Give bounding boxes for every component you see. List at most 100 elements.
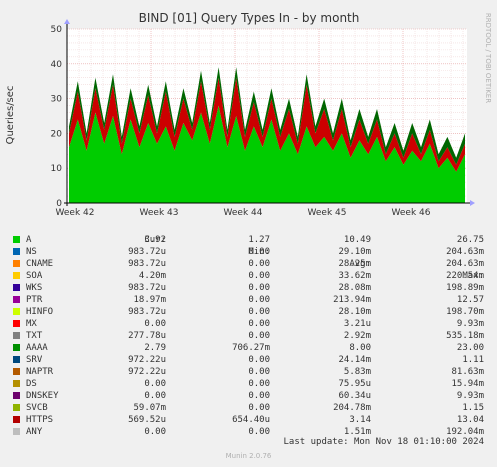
legend-max: 204.63m (446, 259, 484, 269)
legend-min: 0.00 (248, 307, 270, 317)
legend-avg: 3.14 (349, 415, 371, 425)
legend-cur: 972.22u (128, 355, 166, 365)
legend-name: NAPTR (26, 367, 54, 377)
legend-swatch (13, 320, 20, 327)
legend-min: 0.00 (248, 295, 270, 305)
legend-name: HTTPS (26, 415, 54, 425)
legend-swatch (13, 236, 20, 243)
x-tick-label: Week 44 (224, 208, 263, 218)
legend-cur: 0.00 (144, 319, 166, 329)
legend-avg: 33.62m (338, 271, 371, 281)
legend-row: TXT 277.78u 0.00 2.92m 535.18m (0, 330, 497, 342)
legend-name: SRV (26, 355, 43, 365)
watermark: RRDTOOL / TOBI OETIKER (484, 13, 492, 103)
y-axis-arrow (64, 19, 70, 24)
munin-graph: BIND [01] Query Types In - by month Quer… (0, 0, 497, 467)
legend-swatch (13, 428, 20, 435)
munin-version: Munin 2.0.76 (225, 452, 272, 460)
legend-name: PTR (26, 295, 43, 305)
legend-name: NS (26, 247, 37, 257)
legend-min: 0.00 (248, 259, 270, 269)
legend-max: 12.57 (456, 295, 484, 305)
legend-name: A (26, 235, 32, 245)
legend-row: A 3.92 1.27 10.49 26.75 (0, 234, 497, 246)
legend-cur: 569.52u (128, 415, 166, 425)
legend-avg: 28.10m (338, 307, 371, 317)
legend-cur: 972.22u (128, 367, 166, 377)
legend-name: MX (26, 319, 37, 329)
x-tick-label: Week 45 (308, 208, 347, 218)
legend-row: NS 983.72u 0.00 29.10m 204.63m (0, 246, 497, 258)
legend-min: 654.40u (232, 415, 270, 425)
legend-row: PTR 18.97m 0.00 213.94m 12.57 (0, 294, 497, 306)
legend-min: 0.00 (248, 355, 270, 365)
legend-name: AAAA (26, 343, 48, 353)
legend-max: 23.00 (456, 343, 484, 353)
legend-row: DS 0.00 0.00 75.95u 15.94m (0, 378, 497, 390)
y-tick-label: 10 (51, 164, 63, 174)
legend-cur: 18.97m (133, 295, 166, 305)
x-tick-label: Week 46 (392, 208, 431, 218)
y-tick-label: 50 (51, 25, 63, 35)
legend-row: SRV 972.22u 0.00 24.14m 1.11 (0, 354, 497, 366)
legend-max: 535.18m (446, 331, 484, 341)
legend-header: Cur: Min: Avg: Max: (0, 222, 497, 281)
legend-cur: 59.07m (133, 403, 166, 413)
legend-avg: 8.00 (349, 343, 371, 353)
legend-cur: 983.72u (128, 259, 166, 269)
y-tick-label: 40 (51, 60, 63, 70)
legend-name: DS (26, 379, 37, 389)
chart: BIND [01] Query Types In - by month Quer… (5, 11, 492, 218)
legend-min: 0.00 (248, 379, 270, 389)
chart-title: BIND [01] Query Types In - by month (139, 11, 360, 25)
legend-max: 13.04 (456, 415, 484, 425)
legend-min: 0.00 (248, 247, 270, 257)
legend-row: NAPTR 972.22u 0.00 5.83m 81.63m (0, 366, 497, 378)
y-tick-label: 30 (51, 95, 63, 105)
legend-row: WKS 983.72u 0.00 28.08m 198.89m (0, 282, 497, 294)
legend-cur: 983.72u (128, 283, 166, 293)
legend-name: SOA (26, 271, 43, 281)
legend-min: 1.27 (248, 235, 270, 245)
legend-cur: 0.00 (144, 427, 166, 437)
legend-row: MX 0.00 0.00 3.21u 9.93m (0, 318, 497, 330)
legend-min: 0.00 (248, 427, 270, 437)
legend-row: AAAA 2.79 706.27m 8.00 23.00 (0, 342, 497, 354)
legend-min: 0.00 (248, 319, 270, 329)
legend-min: 0.00 (248, 271, 270, 281)
legend-avg: 28.08m (338, 283, 371, 293)
legend-row: HINFO 983.72u 0.00 28.10m 198.70m (0, 306, 497, 318)
x-ticks: Week 42 Week 43 Week 44 Week 45 Week 46 (56, 208, 431, 218)
legend-name: ANY (26, 427, 43, 437)
legend-min: 0.00 (248, 283, 270, 293)
legend-cur: 2.79 (144, 343, 166, 353)
legend-swatch (13, 332, 20, 339)
legend-name: CNAME (26, 259, 54, 269)
x-tick-label: Week 43 (140, 208, 179, 218)
legend-row: HTTPS 569.52u 654.40u 3.14 13.04 (0, 414, 497, 426)
legend-row: DNSKEY 0.00 0.00 60.34u 9.93m (0, 390, 497, 402)
legend-min: 0.00 (248, 403, 270, 413)
legend-row: SVCB 59.07m 0.00 204.78m 1.15 (0, 402, 497, 414)
last-update: Last update: Mon Nov 18 01:10:00 2024 (283, 437, 484, 447)
legend-swatch (13, 380, 20, 387)
legend-min: 0.00 (248, 367, 270, 377)
legend-swatch (13, 260, 20, 267)
y-tick-label: 20 (51, 129, 63, 139)
legend-max: 9.93m (456, 319, 484, 329)
legend-swatch (13, 248, 20, 255)
legend-swatch (13, 272, 20, 279)
legend-swatch (13, 392, 20, 399)
legend-name: WKS (26, 283, 43, 293)
legend-avg: 3.21u (343, 319, 371, 329)
legend-max: 1.11 (462, 355, 484, 365)
y-ticks: 01020304050 (51, 25, 63, 209)
legend-name: TXT (26, 331, 43, 341)
legend-max: 15.94m (451, 379, 484, 389)
legend-avg: 24.14m (338, 355, 371, 365)
legend-min: 0.00 (248, 391, 270, 401)
legend-cur: 277.78u (128, 331, 166, 341)
legend-swatch (13, 368, 20, 375)
legend-cur: 0.00 (144, 391, 166, 401)
legend-avg: 28.25m (338, 259, 371, 269)
